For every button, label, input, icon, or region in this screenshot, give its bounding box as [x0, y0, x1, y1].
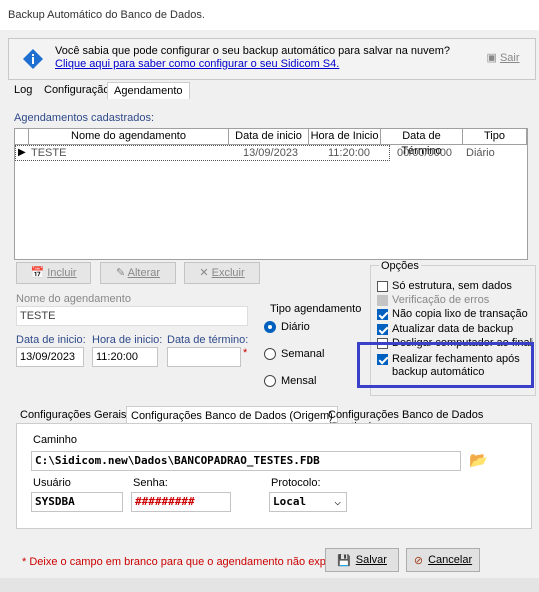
cell-data-termino: 00/00/0000: [397, 147, 453, 159]
radio-semanal-dot: [264, 348, 276, 360]
caminho-label: Caminho: [33, 434, 78, 446]
protocolo-label: Protocolo:: [271, 477, 321, 489]
tab-config-destino[interactable]: Configurações Banco de Dados (Destino): [324, 406, 532, 433]
checkbox-so-estrutura: [377, 280, 388, 292]
calendar-icon: 📅: [30, 267, 45, 279]
opt-so-estrutura-label: Só estrutura, sem dados: [392, 280, 512, 292]
exit-label: Sair: [499, 52, 520, 64]
info-banner: Você sabia que pode configurar o seu bac…: [8, 38, 536, 80]
exit-button[interactable]: ▣ Sair: [477, 47, 529, 69]
checkbox-verificacao: [377, 294, 388, 306]
agendamentos-grid[interactable]: Nome do agendamento Data de inicio Hora …: [14, 128, 528, 260]
data-termino-input[interactable]: [167, 347, 241, 367]
data-termino-label: Data de término:: [167, 334, 249, 346]
radio-semanal[interactable]: Semanal: [264, 348, 324, 360]
opt-so-estrutura[interactable]: Só estrutura, sem dados: [377, 280, 512, 292]
salvar-label: Salvar: [355, 554, 387, 566]
incluir-label: Incluir: [47, 267, 77, 279]
caminho-input[interactable]: C:\Sidicom.new\Dados\BANCOPADRAO_TESTES.…: [31, 451, 461, 471]
footer-note-text: * Deixe o campo em branco para que o age…: [22, 556, 342, 568]
alterar-button[interactable]: ✎ Alterar: [100, 262, 176, 284]
info-icon: [23, 49, 43, 69]
excluir-button[interactable]: ✕ Excluir: [184, 262, 260, 284]
tipo-agendamento-label: Tipo agendamento: [270, 303, 362, 315]
radio-diario[interactable]: Diário: [264, 321, 310, 333]
pencil-icon: ✎: [115, 267, 126, 279]
tab-log[interactable]: Log: [8, 82, 38, 100]
opt-atualizar-data[interactable]: Atualizar data de backup: [377, 323, 513, 335]
radio-mensal[interactable]: Mensal: [264, 375, 316, 387]
db-config-panel: Caminho C:\Sidicom.new\Dados\BANCOPADRAO…: [16, 423, 532, 529]
opt-nao-copia-lixo[interactable]: Não copia lixo de transação: [377, 308, 528, 320]
opcoes-label: Opções: [379, 260, 421, 272]
opt-verificacao: Verificação de erros: [377, 294, 489, 306]
data-inicio-label: Data de inicio:: [16, 334, 86, 346]
row-indicator-icon: ▶: [18, 147, 26, 158]
cell-tipo: Diário: [466, 147, 495, 159]
db-config-tabs: Configurações Gerais Configurações Banco…: [16, 406, 532, 433]
protocolo-select[interactable]: Local ⌵: [269, 492, 347, 512]
title-bar: Backup Automático do Banco de Dados.: [0, 0, 539, 30]
radio-mensal-dot: [264, 375, 276, 387]
save-icon: 💾: [337, 554, 351, 567]
tab-configuracao[interactable]: Configuração: [38, 82, 115, 100]
tab-agendamento[interactable]: Agendamento: [107, 82, 190, 100]
data-inicio-input[interactable]: 13/09/2023: [16, 347, 84, 367]
radio-diario-dot: [264, 321, 276, 333]
tab-config-gerais[interactable]: Configurações Gerais: [16, 406, 130, 424]
col-tipo[interactable]: Tipo: [463, 129, 527, 145]
col-data-inicio[interactable]: Data de inicio: [229, 129, 309, 145]
checkbox-atualizar-data: [377, 323, 388, 335]
salvar-button[interactable]: 💾 Salvar: [325, 548, 399, 572]
col-hora-inicio[interactable]: Hora de Inicio: [309, 129, 381, 145]
radio-diario-label: Diário: [281, 321, 310, 333]
help-link[interactable]: Clique aqui para saber como configurar o…: [55, 58, 339, 70]
nome-input[interactable]: TESTE: [16, 306, 248, 326]
folder-open-icon[interactable]: 📂: [469, 451, 488, 469]
radio-semanal-label: Semanal: [281, 348, 325, 360]
incluir-button[interactable]: 📅 Incluir: [16, 262, 91, 284]
senha-input[interactable]: #########: [131, 492, 231, 512]
cancelar-button[interactable]: ⊘ Cancelar: [406, 548, 480, 572]
footer-note: * Deixe o campo em branco para que o age…: [22, 556, 341, 568]
cell-data-inicio: 13/09/2023: [243, 147, 299, 159]
hora-inicio-label: Hora de inicio:: [92, 334, 163, 346]
grid-indicator-header: [15, 129, 29, 145]
usuario-label: Usuário: [33, 477, 71, 489]
alterar-label: Alterar: [127, 267, 161, 279]
chevron-down-icon: ⌵: [334, 495, 341, 508]
highlight-box: [357, 342, 534, 388]
tab-config-origem[interactable]: Configurações Banco de Dados (Origem): [126, 406, 338, 424]
cell-nome: TESTE: [31, 147, 67, 159]
opt-verificacao-label: Verificação de erros: [392, 294, 490, 306]
grid-label: Agendamentos cadastrados:: [14, 112, 155, 124]
usuario-input[interactable]: SYSDBA: [31, 492, 123, 512]
required-asterisk: *: [243, 347, 248, 359]
nome-label: Nome do agendamento: [16, 293, 131, 305]
close-icon: ✕: [199, 267, 209, 279]
col-nome[interactable]: Nome do agendamento: [29, 129, 229, 145]
protocolo-value: Local: [273, 495, 307, 508]
checkbox-nao-copia-lixo: [377, 308, 388, 320]
window-title: Backup Automático do Banco de Dados.: [8, 9, 205, 21]
exit-icon: ▣: [486, 52, 497, 64]
info-message: Você sabia que pode configurar o seu bac…: [55, 45, 451, 57]
senha-label: Senha:: [133, 477, 168, 489]
radio-mensal-label: Mensal: [281, 375, 317, 387]
hora-inicio-input[interactable]: 11:20:00: [92, 347, 158, 367]
cell-hora-inicio: 11:20:00: [328, 147, 371, 159]
status-strip: [0, 578, 539, 592]
opt-atualizar-data-label: Atualizar data de backup: [392, 323, 514, 335]
cancelar-label: Cancelar: [428, 554, 473, 566]
opt-nao-copia-lixo-label: Não copia lixo de transação: [392, 308, 528, 320]
col-data-termino[interactable]: Data de Término: [381, 129, 463, 157]
cancel-icon: ⊘: [413, 554, 424, 567]
excluir-label: Excluir: [211, 267, 245, 279]
